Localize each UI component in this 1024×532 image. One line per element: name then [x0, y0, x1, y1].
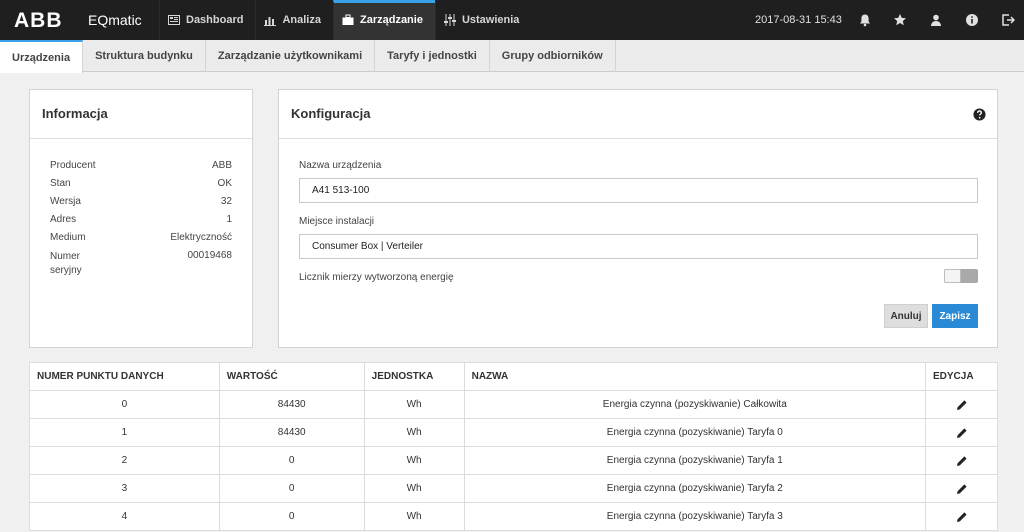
cancel-button[interactable]: Anuluj — [884, 304, 928, 328]
tab-urzadzenia[interactable]: Urządzenia — [0, 40, 84, 73]
top-bar: ABB EQmatic Dashboard Analiza Zarządzani… — [0, 0, 1024, 40]
table-row: 3 0 Wh Energia czynna (pozyskiwanie) Tar… — [29, 474, 998, 503]
main-nav: Dashboard Analiza Zarządzanie Ustawienia — [159, 0, 531, 40]
user-icon[interactable] — [929, 13, 943, 27]
cell-value: 84430 — [218, 418, 365, 447]
nav-zarzadzanie-label: Zarządzanie — [359, 14, 423, 26]
info-key: Adres — [50, 214, 77, 225]
info-value: 32 — [220, 196, 232, 207]
tab-zarzadzanie-uzytkownikami[interactable]: Zarządzanie użytkownikami — [206, 40, 376, 72]
nav-zarzadzanie[interactable]: Zarządzanie — [332, 0, 435, 40]
cell-value: 0 — [218, 474, 365, 503]
cell-value: 0 — [218, 502, 365, 531]
tab-taryfy-i-jednostki[interactable]: Taryfy i jednostki — [375, 40, 490, 72]
cell-edit — [925, 502, 998, 531]
table-row: 4 0 Wh Energia czynna (pozyskiwanie) Tar… — [29, 502, 998, 531]
star-icon[interactable] — [893, 13, 907, 27]
cell-name: Energia czynna (pozyskiwanie) Taryfa 2 — [463, 474, 927, 503]
cell-edit — [925, 474, 998, 503]
dashboard-icon — [168, 15, 180, 25]
info-key: Numer seryjny — [50, 251, 82, 276]
cell-edit — [925, 446, 998, 475]
install-location-input[interactable]: Consumer Box | Verteiler — [299, 234, 978, 259]
nav-ustawienia[interactable]: Ustawienia — [434, 0, 531, 40]
cell-unit: Wh — [363, 474, 465, 503]
device-name-input[interactable]: A41 513-100 — [299, 178, 978, 203]
info-key: Stan — [50, 178, 71, 189]
svg-text:ABB: ABB — [14, 9, 63, 31]
pencil-icon[interactable] — [956, 399, 968, 411]
info-value: 1 — [226, 214, 232, 225]
nav-dashboard-label: Dashboard — [186, 14, 244, 26]
nav-analiza[interactable]: Analiza — [255, 0, 333, 40]
cell-number: 4 — [29, 502, 220, 531]
col-header-value[interactable]: WARTOŚĆ — [218, 362, 365, 391]
info-panel: Informacja Producent ABB Stan OK Wersja … — [29, 89, 253, 348]
cell-number: 2 — [29, 446, 220, 475]
table-header-row: NUMER PUNKTU DANYCH WARTOŚĆ JEDNOSTKA NA… — [29, 362, 998, 391]
cell-number: 0 — [29, 390, 220, 419]
cell-number: 1 — [29, 418, 220, 447]
bell-icon[interactable] — [858, 13, 872, 27]
produced-energy-label: Licznik mierzy wytworzoną energię — [299, 272, 454, 283]
table-row: 2 0 Wh Energia czynna (pozyskiwanie) Tar… — [29, 446, 998, 475]
toggle-knob — [944, 269, 961, 283]
info-panel-title: Informacja — [42, 106, 108, 121]
col-header-name[interactable]: NAZWA — [463, 362, 927, 391]
col-header-unit[interactable]: JEDNOSTKA — [363, 362, 465, 391]
cell-value: 84430 — [218, 390, 365, 419]
col-header-datapoint-number[interactable]: NUMER PUNKTU DANYCH — [29, 362, 220, 391]
info-value: Elektryczność — [170, 232, 232, 243]
cell-name: Energia czynna (pozyskiwanie) Taryfa 1 — [463, 446, 927, 475]
table-row: 1 84430 Wh Energia czynna (pozyskiwanie)… — [29, 418, 998, 447]
cell-number: 3 — [29, 474, 220, 503]
cell-name: Energia czynna (pozyskiwanie) Taryfa 3 — [463, 502, 927, 531]
info-value: ABB — [211, 160, 232, 171]
cell-unit: Wh — [363, 390, 465, 419]
info-key: Medium — [50, 232, 86, 243]
pencil-icon[interactable] — [956, 511, 968, 523]
nav-ustawienia-label: Ustawienia — [461, 14, 520, 26]
config-panel: Konfiguracja Nazwa urządzenia A41 513-10… — [278, 89, 998, 348]
pencil-icon[interactable] — [956, 483, 968, 495]
bar-chart-icon — [264, 17, 277, 26]
pencil-icon[interactable] — [956, 427, 968, 439]
cell-name: Energia czynna (pozyskiwanie) Taryfa 0 — [463, 418, 927, 447]
briefcase-icon — [342, 14, 354, 25]
sub-tabs: Urządzenia Struktura budynku Zarządzanie… — [0, 40, 1024, 73]
device-name-label: Nazwa urządzenia — [299, 160, 382, 171]
cell-unit: Wh — [363, 502, 465, 531]
col-header-edit: EDYCJA — [925, 362, 998, 391]
table-row: 0 84430 Wh Energia czynna (pozyskiwanie)… — [29, 390, 998, 419]
cell-unit: Wh — [363, 446, 465, 475]
cell-edit — [925, 390, 998, 419]
info-key: Producent — [50, 160, 96, 171]
produced-energy-toggle[interactable] — [944, 269, 978, 283]
app-name: EQmatic — [88, 12, 142, 28]
nav-analiza-label: Analiza — [282, 14, 321, 26]
info-icon[interactable] — [965, 13, 979, 27]
datapoints-table: NUMER PUNKTU DANYCH WARTOŚĆ JEDNOSTKA NA… — [29, 362, 998, 531]
help-icon[interactable] — [973, 108, 986, 121]
abb-logo[interactable]: ABB — [14, 9, 66, 31]
tab-grupy-odbiornikow[interactable]: Grupy odbiorników — [490, 40, 616, 72]
info-key: Wersja — [50, 196, 81, 207]
config-panel-title: Konfiguracja — [291, 106, 371, 121]
save-button[interactable]: Zapisz — [932, 304, 978, 328]
nav-dashboard[interactable]: Dashboard — [159, 0, 255, 40]
info-value: OK — [217, 178, 232, 189]
divider — [30, 138, 252, 139]
divider — [279, 138, 997, 139]
info-value: 00019468 — [187, 250, 233, 261]
cell-name: Energia czynna (pozyskiwanie) Całkowita — [463, 390, 927, 419]
sliders-icon — [443, 14, 456, 26]
cell-value: 0 — [218, 446, 365, 475]
logout-icon[interactable] — [1001, 13, 1015, 27]
pencil-icon[interactable] — [956, 455, 968, 467]
cell-edit — [925, 418, 998, 447]
cell-unit: Wh — [363, 418, 465, 447]
install-location-label: Miejsce instalacji — [299, 216, 375, 227]
datetime: 2017-08-31 15:43 — [755, 14, 842, 26]
tab-struktura-budynku[interactable]: Struktura budynku — [83, 40, 206, 72]
